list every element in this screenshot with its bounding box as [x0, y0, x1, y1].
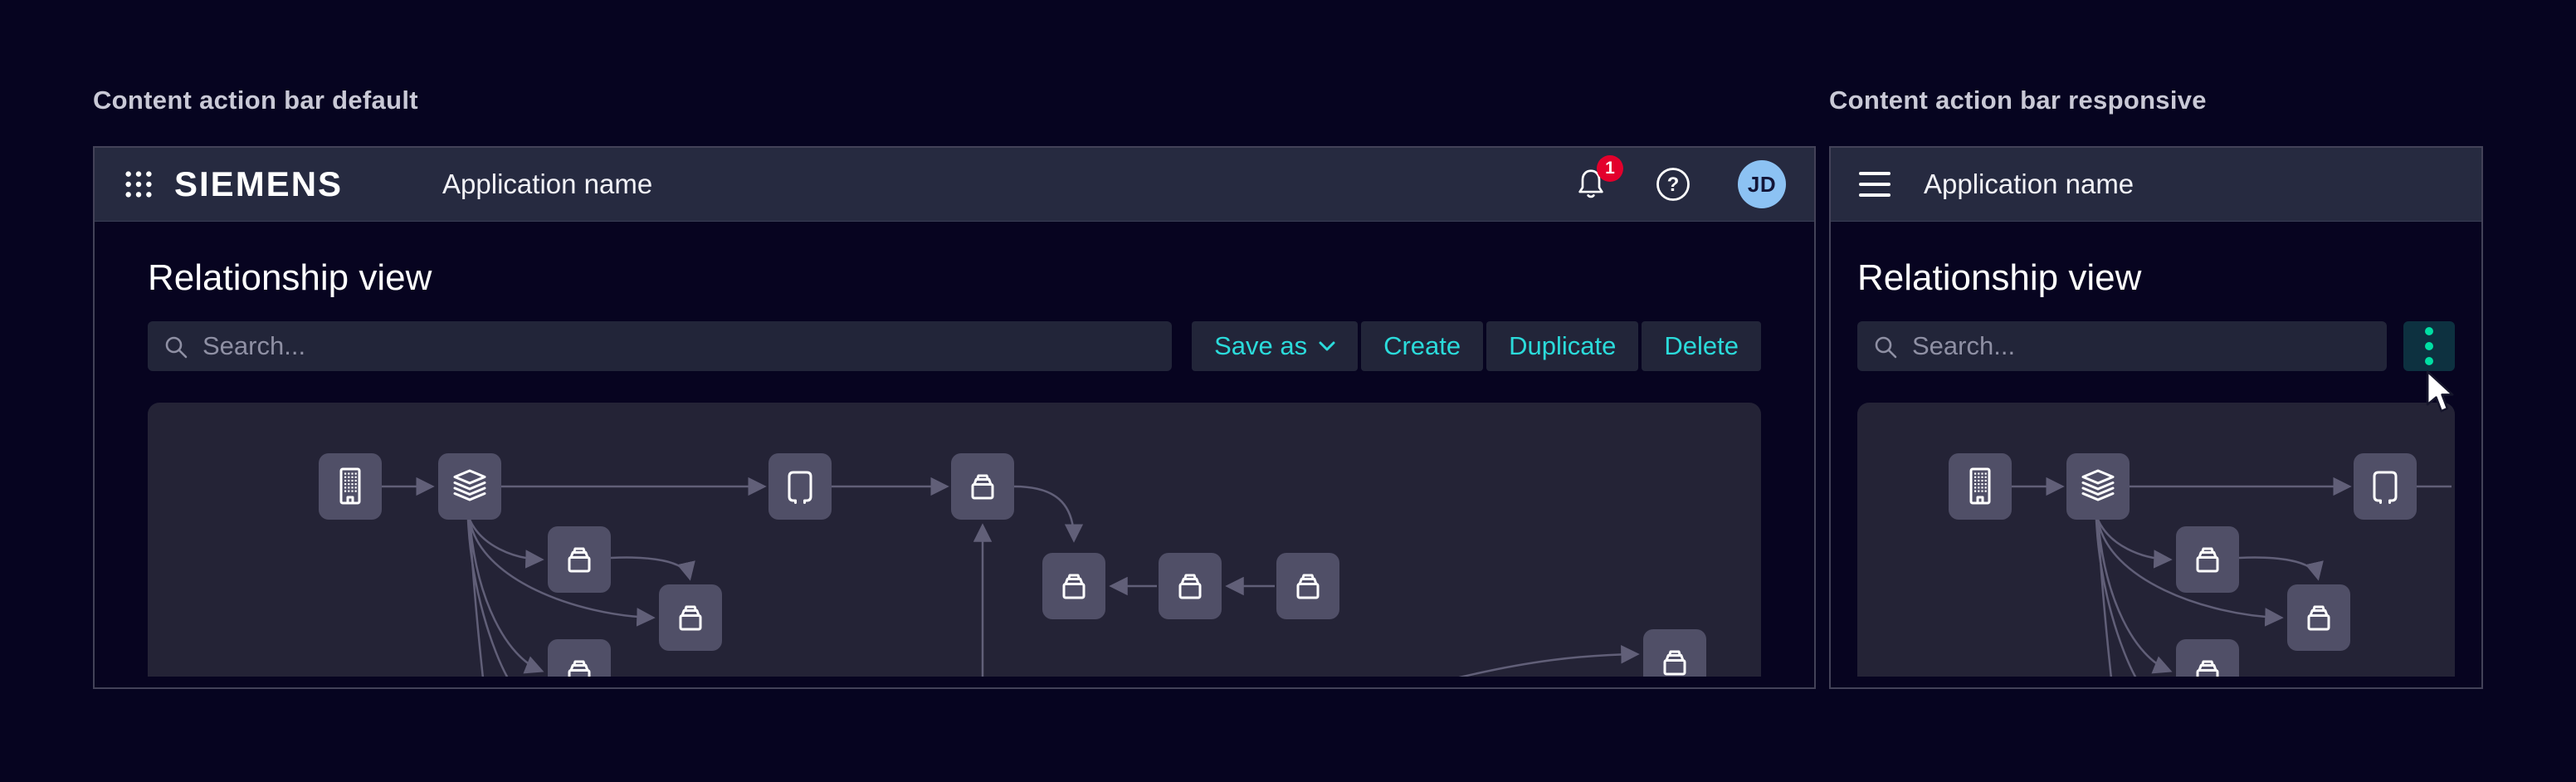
content-area: Relationship view Save as: [95, 257, 1814, 677]
diagram-node-box[interactable]: [951, 453, 1014, 520]
app-launcher-button[interactable]: [123, 169, 154, 200]
app-launcher-grid-icon: [123, 169, 154, 200]
diagram-node-box[interactable]: [1159, 553, 1222, 619]
diagram-node-stack[interactable]: [438, 453, 501, 520]
canvas: { "colors": { "page_bg": "#060420", "car…: [0, 0, 2576, 782]
header-actions: 1 ? JD: [1573, 160, 1786, 208]
search-field: [148, 321, 1172, 371]
notifications-button[interactable]: 1: [1573, 165, 1608, 203]
app-header: Application name: [1831, 148, 2481, 222]
avatar[interactable]: JD: [1738, 160, 1786, 208]
help-button[interactable]: ?: [1655, 166, 1691, 203]
notification-badge: 1: [1597, 155, 1623, 182]
content-action-bar: [1857, 321, 2455, 371]
hamburger-menu-icon: [1859, 172, 1891, 175]
search-input[interactable]: [148, 321, 1172, 371]
svg-text:?: ?: [1667, 174, 1680, 196]
create-button[interactable]: Create: [1361, 321, 1483, 371]
diagram-node-stack[interactable]: [2066, 453, 2130, 520]
diagram-node-container[interactable]: [2354, 453, 2417, 520]
search-field: [1857, 321, 2387, 371]
overflow-menu-button[interactable]: [2403, 321, 2455, 371]
chevron-down-icon: [1319, 341, 1335, 352]
search-icon: [1874, 335, 1897, 359]
diagram-node-box[interactable]: [548, 639, 611, 677]
section-title: Content action bar default: [93, 85, 1816, 116]
hamburger-menu-button[interactable]: [1859, 172, 1891, 197]
app-header: SIEMENS Application name 1 ? JD: [95, 148, 1814, 222]
diagram-node-building[interactable]: [319, 453, 382, 520]
page-title: Relationship view: [148, 257, 1761, 300]
save-as-button[interactable]: Save as: [1192, 321, 1358, 371]
diagram-node-box[interactable]: [2176, 639, 2239, 677]
panel-content-action-bar-responsive: Content action bar responsive Applicatio…: [1829, 85, 2483, 689]
diagram-node-box[interactable]: [2287, 584, 2350, 651]
panel-content-action-bar-default: Content action bar default SIEMENS Appli…: [93, 85, 1816, 689]
diagram-node-box[interactable]: [1276, 553, 1339, 619]
search-icon: [164, 335, 188, 359]
duplicate-button[interactable]: Duplicate: [1486, 321, 1638, 371]
relationship-diagram: [148, 403, 1761, 677]
diagram-node-box[interactable]: [659, 584, 722, 651]
diagram-node-box[interactable]: [548, 526, 611, 593]
app-frame-responsive: Application name Relationship view: [1829, 146, 2483, 689]
diagram-node-box[interactable]: [2176, 526, 2239, 593]
relationship-diagram: [1857, 403, 2455, 677]
diagram-node-box[interactable]: [1643, 629, 1706, 677]
content-area: Relationship view: [1831, 257, 2481, 677]
content-action-bar: Save as Create Duplicate Delete: [148, 321, 1761, 371]
application-name: Application name: [442, 169, 652, 200]
app-frame-default: SIEMENS Application name 1 ? JD: [93, 146, 1816, 689]
siemens-logo: SIEMENS: [174, 164, 343, 204]
search-input[interactable]: [1857, 321, 2387, 371]
application-name: Application name: [1924, 169, 2134, 200]
section-title: Content action bar responsive: [1829, 85, 2483, 116]
kebab-menu-icon: [2425, 327, 2433, 335]
delete-button[interactable]: Delete: [1642, 321, 1761, 371]
diagram-node-building[interactable]: [1949, 453, 2012, 520]
diagram-node-box[interactable]: [1042, 553, 1105, 619]
page-title: Relationship view: [1857, 257, 2455, 300]
help-icon: ?: [1655, 166, 1691, 203]
diagram-node-container[interactable]: [768, 453, 832, 520]
action-buttons: Save as Create Duplicate Delete: [1192, 321, 1761, 371]
